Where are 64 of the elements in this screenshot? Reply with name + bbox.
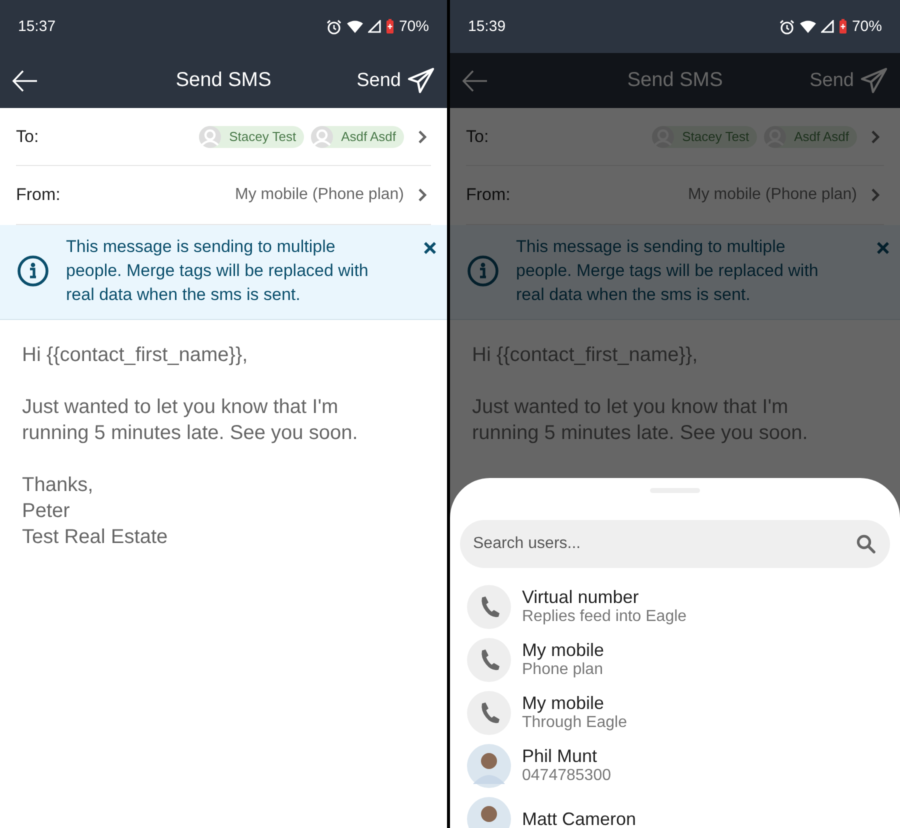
chevron-right-icon xyxy=(871,188,880,202)
screen-title: Send SMS xyxy=(176,69,272,92)
back-arrow-icon[interactable] xyxy=(12,70,38,92)
phone-icon xyxy=(467,638,511,682)
phone-icon xyxy=(467,584,511,628)
banner-message: This message is sending to multiple people. Merge tags will be replaced with real data when the sms is sent. xyxy=(66,236,370,306)
sender-option[interactable]: Virtual number Replies feed into Eagle xyxy=(460,580,890,633)
sender-option[interactable]: My mobile Through Eagle xyxy=(460,686,890,739)
close-icon[interactable] xyxy=(423,241,437,255)
sender-value: My mobile (Phone plan) xyxy=(235,186,404,204)
option-title: Virtual number xyxy=(522,586,640,606)
banner-message: This message is sending to multiple people. Merge tags will be replaced with real data when the sms is sent. xyxy=(516,236,820,306)
sender-option[interactable]: Matt Cameron xyxy=(460,792,890,828)
from-label: From: xyxy=(466,185,510,205)
chevron-right-icon xyxy=(418,188,427,202)
phone-icon xyxy=(467,690,511,734)
option-title: Matt Cameron xyxy=(522,808,636,828)
signal-icon xyxy=(368,20,381,33)
option-title: Phil Munt xyxy=(522,746,598,766)
person-avatar-icon xyxy=(311,126,334,148)
paper-plane-icon xyxy=(860,66,888,94)
battery-percent: 70% xyxy=(398,18,429,35)
person-avatar-icon xyxy=(467,744,511,788)
alarm-clock-icon xyxy=(778,18,795,34)
recipients-row[interactable]: To: Stacey Test Asdf Asdf xyxy=(16,108,431,166)
sender-option[interactable]: My mobile Phone plan xyxy=(460,633,890,686)
battery-percent: 70% xyxy=(852,18,882,35)
sender-value: My mobile (Phone plan) xyxy=(688,186,857,204)
wifi-icon xyxy=(800,20,816,33)
option-subtitle: Through Eagle xyxy=(522,713,627,732)
chevron-right-icon xyxy=(418,130,427,144)
info-icon xyxy=(467,255,499,287)
message-paragraph: Just wanted to let you know that I'm running 5 minutes late. See you soon. xyxy=(22,395,359,446)
person-avatar-icon xyxy=(199,126,222,148)
from-label: From: xyxy=(16,185,60,205)
message-paragraph: Hi {{contact_first_name}}, xyxy=(472,343,699,368)
message-paragraph: Just wanted to let you know that I'm running 5 minutes late. See you soon. xyxy=(472,395,809,446)
person-avatar-icon xyxy=(467,796,511,828)
battery-icon xyxy=(386,19,394,34)
to-label: To: xyxy=(16,126,39,146)
option-subtitle: Phone plan xyxy=(522,660,604,680)
sender-option[interactable]: Phil Munt 0474785300 xyxy=(460,739,890,792)
recipient-chip[interactable]: Asdf Asdf xyxy=(311,126,404,148)
alarm-clock-icon xyxy=(326,18,342,34)
send-button[interactable]: Send xyxy=(356,66,435,94)
search-field[interactable]: Search users... xyxy=(460,520,890,568)
wifi-icon xyxy=(346,20,363,33)
signal-icon xyxy=(820,20,834,33)
to-label: To: xyxy=(466,126,489,146)
search-icon[interactable] xyxy=(856,534,876,554)
option-subtitle: 0474785300 xyxy=(522,766,611,786)
status-time: 15:39 xyxy=(468,18,506,35)
info-icon xyxy=(17,255,49,287)
message-paragraph: Thanks, Peter Test Real Estate xyxy=(22,473,169,550)
paper-plane-icon xyxy=(407,66,435,94)
battery-icon xyxy=(838,19,847,34)
option-subtitle: Replies feed into Eagle xyxy=(522,606,687,626)
chevron-right-icon xyxy=(871,130,880,144)
option-title: My mobile xyxy=(522,692,606,712)
status-time: 15:37 xyxy=(18,18,56,35)
recipient-chip[interactable]: Stacey Test xyxy=(199,126,304,148)
option-title: My mobile xyxy=(522,640,604,660)
screen-title: Send SMS xyxy=(627,69,723,92)
message-paragraph: Hi {{contact_first_name}}, xyxy=(22,343,249,368)
